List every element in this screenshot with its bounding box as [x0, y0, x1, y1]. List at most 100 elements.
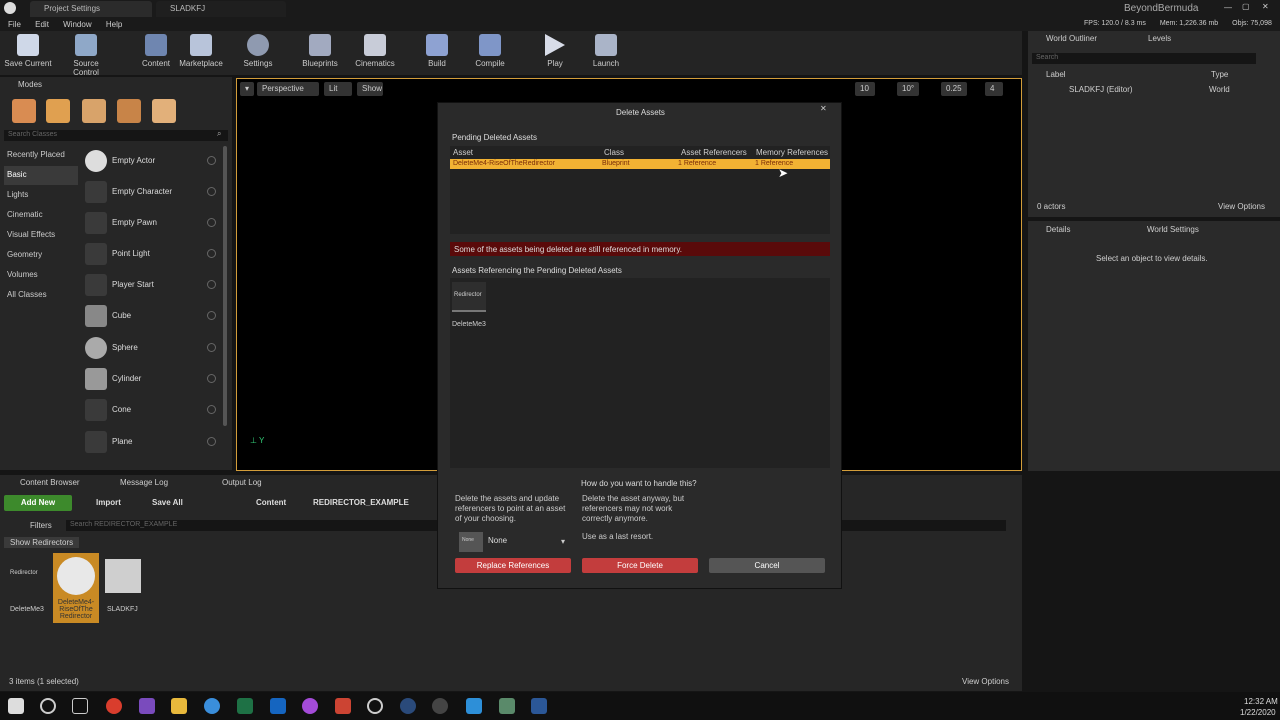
app-icon[interactable] [335, 698, 351, 714]
asset-tile-level[interactable]: SLADKFJ [101, 555, 145, 621]
import-button[interactable]: Import [96, 498, 121, 507]
category-all-classes[interactable]: All Classes [4, 286, 78, 305]
mode-landscape-icon[interactable] [82, 99, 106, 123]
scrollbar[interactable] [223, 146, 227, 426]
force-delete-button[interactable]: Force Delete [582, 558, 698, 573]
category-visual-effects[interactable]: Visual Effects [4, 226, 78, 245]
build-button[interactable]: Build [411, 34, 463, 68]
help-icon[interactable] [207, 437, 216, 446]
rotation-snap-button[interactable]: 10° [897, 82, 919, 96]
scale-snap-button[interactable]: 0.25 [941, 82, 967, 96]
grid-snap-button[interactable]: 10 [855, 82, 875, 96]
search-classes-input[interactable]: Search Classes [4, 130, 228, 141]
mode-geometry-icon[interactable] [152, 99, 176, 123]
search-icon[interactable] [40, 698, 56, 714]
outliner-col-type[interactable]: Type [1211, 70, 1228, 79]
category-basic[interactable]: Basic [4, 166, 78, 185]
source-control-button[interactable]: Source Control [60, 34, 112, 77]
asset-tile-redirector[interactable]: Redirector DeleteMe3 [4, 555, 48, 621]
blueprints-button[interactable]: Blueprints [294, 34, 346, 68]
category-volumes[interactable]: Volumes [4, 266, 78, 285]
place-item-point-light[interactable]: Point Light [82, 239, 222, 270]
help-icon[interactable] [207, 311, 216, 320]
content-view-options[interactable]: View Options [962, 677, 1009, 686]
breadcrumb-folder[interactable]: REDIRECTOR_EXAMPLE [313, 498, 409, 507]
help-icon[interactable] [207, 405, 216, 414]
camera-speed-button[interactable]: 4 [985, 82, 1003, 96]
outliner-search-input[interactable]: Search [1032, 53, 1256, 64]
show-button[interactable]: Show [357, 82, 383, 96]
category-recently-placed[interactable]: Recently Placed [4, 146, 78, 165]
menu-edit[interactable]: Edit [35, 20, 49, 29]
show-redirectors-toggle[interactable]: Show Redirectors [4, 537, 80, 548]
visual-studio-icon[interactable] [139, 698, 155, 714]
outlook-icon[interactable] [270, 698, 286, 714]
steam-icon[interactable] [400, 698, 416, 714]
cancel-button[interactable]: Cancel [709, 558, 825, 573]
place-item-cylinder[interactable]: Cylinder [82, 364, 222, 395]
vscode-icon[interactable] [466, 698, 482, 714]
browser-icon[interactable] [302, 698, 318, 714]
col-asset-referencers[interactable]: Asset Referencers [681, 148, 747, 157]
help-icon[interactable] [207, 249, 216, 258]
col-asset[interactable]: Asset [453, 148, 473, 157]
file-explorer-icon[interactable] [171, 698, 187, 714]
filters-button[interactable]: Filters [30, 521, 52, 530]
cinematics-button[interactable]: Cinematics [349, 34, 401, 68]
replace-references-button[interactable]: Replace References [455, 558, 571, 573]
place-item-cube[interactable]: Cube [82, 301, 222, 332]
clock-date[interactable]: 1/22/2020 [1240, 708, 1276, 717]
tool-icon[interactable] [499, 698, 515, 714]
unreal-icon[interactable] [432, 698, 448, 714]
mode-paint-icon[interactable] [46, 99, 70, 123]
viewport-options-button[interactable]: ▾ [240, 82, 255, 96]
world-settings-tab[interactable]: World Settings [1147, 225, 1199, 234]
minimize-icon[interactable]: — [1224, 3, 1232, 12]
tab-level[interactable]: SLADKFJ [156, 1, 286, 17]
asset-tile-selected[interactable]: DeleteMe4-RiseOfThe Redirector [53, 553, 99, 623]
menu-help[interactable]: Help [106, 20, 122, 29]
windows-start-icon[interactable] [8, 698, 24, 714]
levels-tab[interactable]: Levels [1148, 34, 1171, 43]
dialog-close-icon[interactable]: ✕ [820, 104, 827, 113]
ref-tile[interactable]: Redirector [452, 282, 486, 312]
replacement-select[interactable]: None [488, 536, 568, 545]
output-log-tab[interactable]: Output Log [222, 478, 262, 487]
category-geometry[interactable]: Geometry [4, 246, 78, 265]
marketplace-button[interactable]: Marketplace [175, 34, 227, 68]
close-window-icon[interactable]: ✕ [1262, 2, 1269, 11]
mode-foliage-icon[interactable] [117, 99, 141, 123]
clock-time[interactable]: 12:32 AM [1244, 697, 1278, 706]
help-icon[interactable] [207, 156, 216, 165]
launch-button[interactable]: Launch [580, 34, 632, 68]
chrome-icon[interactable] [106, 698, 122, 714]
word-icon[interactable] [531, 698, 547, 714]
lit-button[interactable]: Lit [324, 82, 352, 96]
world-outliner-tab[interactable]: World Outliner [1046, 34, 1097, 43]
place-item-player-start[interactable]: Player Start [82, 270, 222, 301]
perspective-button[interactable]: Perspective [257, 82, 319, 96]
help-icon[interactable] [207, 343, 216, 352]
place-item-empty-character[interactable]: Empty Character [82, 177, 222, 208]
category-lights[interactable]: Lights [4, 186, 78, 205]
place-item-empty-pawn[interactable]: Empty Pawn [82, 208, 222, 239]
menu-window[interactable]: Window [63, 20, 91, 29]
globe-icon[interactable] [204, 698, 220, 714]
add-new-button[interactable]: Add New [4, 495, 72, 511]
settings-button[interactable]: Settings [232, 34, 284, 68]
tab-project-settings[interactable]: Project Settings [30, 1, 152, 17]
col-class[interactable]: Class [604, 148, 624, 157]
save-current-button[interactable]: Save Current [2, 34, 54, 68]
maximize-icon[interactable]: ▢ [1242, 2, 1250, 11]
help-icon[interactable] [207, 187, 216, 196]
col-memory-references[interactable]: Memory References [756, 148, 828, 157]
place-item-cone[interactable]: Cone [82, 395, 222, 426]
help-icon[interactable] [207, 280, 216, 289]
message-log-tab[interactable]: Message Log [120, 478, 168, 487]
compile-button[interactable]: Compile [464, 34, 516, 68]
menu-file[interactable]: File [8, 20, 21, 29]
details-tab[interactable]: Details [1046, 225, 1070, 234]
excel-icon[interactable] [237, 698, 253, 714]
task-view-icon[interactable] [72, 698, 88, 714]
outliner-view-options[interactable]: View Options [1218, 202, 1265, 211]
